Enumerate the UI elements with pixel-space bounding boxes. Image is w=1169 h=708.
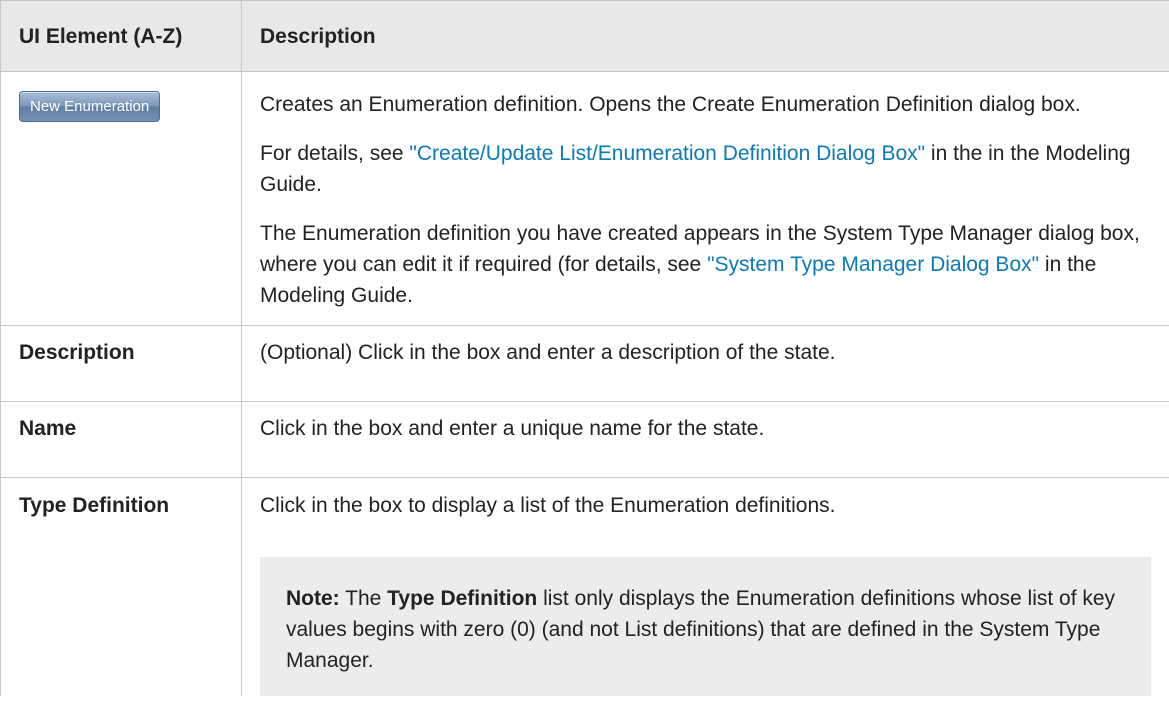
note-label: Note: <box>286 587 340 610</box>
description-cell-type-definition: Click in the box to display a list of th… <box>241 477 1169 696</box>
new-enumeration-summary: Creates an Enumeration definition. Opens… <box>260 93 1081 116</box>
description-cell: Creates an Enumeration definition. Opens… <box>241 71 1169 326</box>
table-row-name: Name Click in the box and enter a unique… <box>0 401 1169 478</box>
new-enumeration-details: For details, see "Create/Update List/Enu… <box>260 138 1151 200</box>
note-text: Note: The Type Definition list only disp… <box>286 583 1125 676</box>
description-text-description: (Optional) Click in the box and enter a … <box>241 325 1169 402</box>
element-cell: New Enumeration <box>0 71 242 326</box>
header-description: Description <box>241 0 1169 72</box>
element-label-name: Name <box>0 401 242 478</box>
new-enumeration-location: The Enumeration definition you have crea… <box>260 218 1151 311</box>
system-type-manager-link[interactable]: "System Type Manager Dialog Box" <box>707 253 1039 276</box>
element-label-type-definition: Type Definition <box>0 477 242 696</box>
note-emphasis: Type Definition <box>387 587 538 610</box>
header-ui-element: UI Element (A-Z) <box>0 0 242 72</box>
table-header-row: UI Element (A-Z) Description <box>0 0 1169 72</box>
element-label-description: Description <box>0 325 242 402</box>
note-box: Note: The Type Definition list only disp… <box>260 557 1151 696</box>
table-row-type-definition: Type Definition Click in the box to disp… <box>0 477 1169 696</box>
table-row-new-enumeration: New Enumeration Creates an Enumeration d… <box>0 71 1169 326</box>
ui-elements-table: UI Element (A-Z) Description New Enumera… <box>0 0 1169 696</box>
description-text-name: Click in the box and enter a unique name… <box>241 401 1169 478</box>
type-definition-text: Click in the box to display a list of th… <box>260 494 836 517</box>
note-text-before: The <box>339 587 388 610</box>
details-prefix: For details, see <box>260 142 410 165</box>
new-enumeration-button[interactable]: New Enumeration <box>19 91 161 122</box>
table-row-description: Description (Optional) Click in the box … <box>0 325 1169 402</box>
create-update-dialog-link[interactable]: "Create/Update List/Enumeration Definiti… <box>409 142 925 165</box>
